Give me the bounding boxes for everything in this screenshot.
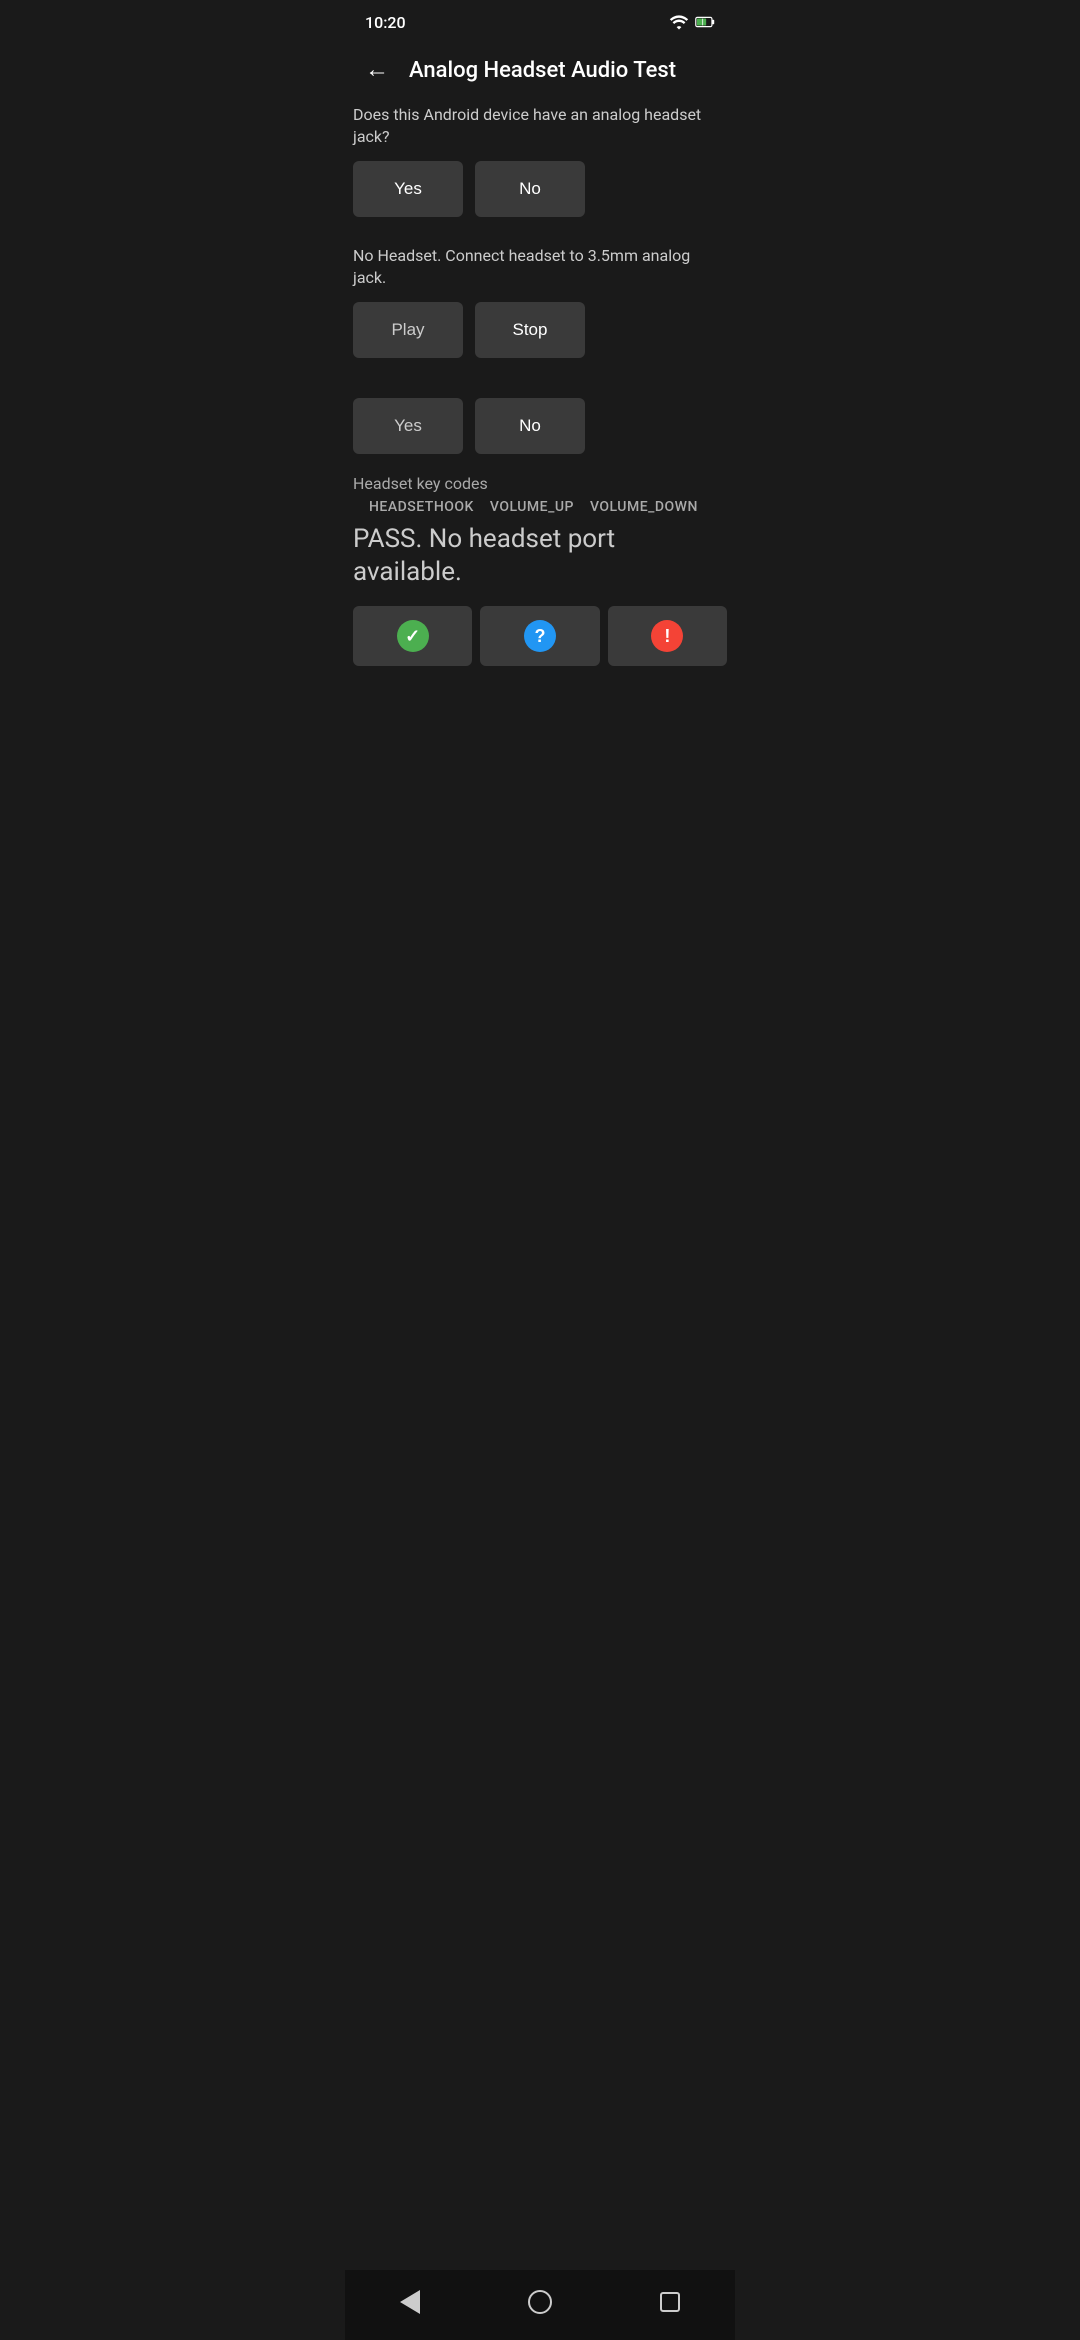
jack-answer-buttons: Yes No [353,161,727,217]
key-code-volume-up: VOLUME_UP [490,499,574,515]
wifi-icon [669,14,689,30]
key-codes-list: HEADSETHOOK VOLUME_UP VOLUME_DOWN [353,499,727,515]
play-button[interactable]: Play [353,302,463,358]
nav-recents-icon [660,2292,680,2312]
section-divider [353,378,727,398]
nav-back-icon [400,2290,420,2314]
status-time: 10:20 [365,13,406,32]
status-icons [669,14,715,30]
nav-back-button[interactable] [385,2284,435,2320]
key-code-volume-down: VOLUME_DOWN [590,499,698,515]
pass-status-text: PASS. No headset port available. [353,523,727,591]
heard-answer-buttons: Yes No [353,398,727,454]
key-code-headsethook: HEADSETHOOK [369,499,474,515]
unknown-result-button[interactable]: ? [480,606,599,666]
toolbar: ← Analog Headset Audio Test [345,40,735,104]
heard-no-button[interactable]: No [475,398,585,454]
headset-instruction: No Headset. Connect headset to 3.5mm ana… [353,237,727,302]
stop-button[interactable]: Stop [475,302,585,358]
content-area: Does this Android device have an analog … [345,104,735,666]
fail-result-button[interactable]: ! [608,606,727,666]
key-codes-label: Headset key codes [353,474,727,493]
page-title: Analog Headset Audio Test [409,58,676,83]
jack-no-button[interactable]: No [475,161,585,217]
pass-icon: ✓ [397,620,429,652]
jack-yes-button[interactable]: Yes [353,161,463,217]
heard-yes-button[interactable]: Yes [353,398,463,454]
play-stop-buttons: Play Stop [353,302,727,358]
pass-result-button[interactable]: ✓ [353,606,472,666]
headset-jack-question: Does this Android device have an analog … [353,104,727,161]
result-buttons-row: ✓ ? ! [353,606,727,666]
navigation-bar [345,2270,735,2340]
status-bar: 10:20 [345,0,735,40]
question-icon: ? [524,620,556,652]
fail-icon: ! [651,620,683,652]
back-button[interactable]: ← [361,52,393,88]
nav-home-icon [528,2290,552,2314]
nav-home-button[interactable] [515,2284,565,2320]
battery-icon [695,14,715,30]
main-content: ← Analog Headset Audio Test Does this An… [345,40,735,766]
nav-recents-button[interactable] [645,2284,695,2320]
